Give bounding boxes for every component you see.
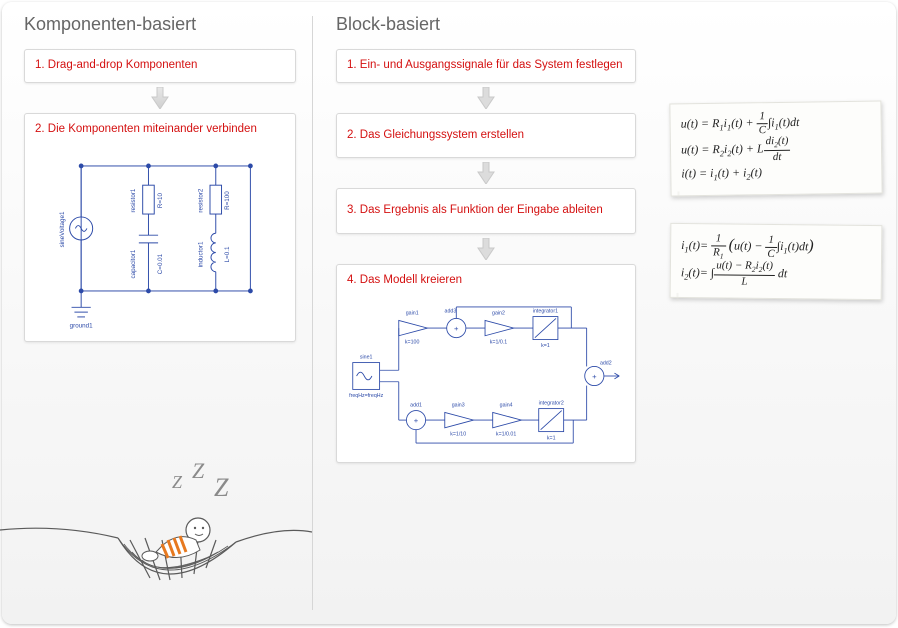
right-step-4-label: 4. Das Modell kreieren: [347, 274, 462, 286]
svg-text:+: +: [454, 324, 459, 333]
svg-text:Z: Z: [192, 460, 205, 483]
svg-text:gain3: gain3: [452, 403, 465, 409]
svg-text:freqHz=freqHz: freqHz=freqHz: [349, 393, 383, 399]
svg-text:k=1/0.1: k=1/0.1: [490, 339, 507, 345]
svg-text:inductor1: inductor1: [197, 241, 204, 267]
left-step-2: 2. Die Komponenten miteinander verbinden: [24, 113, 296, 343]
svg-text:L=0.1: L=0.1: [224, 246, 231, 262]
svg-text:sine1: sine1: [360, 355, 373, 361]
svg-text:gain4: gain4: [500, 403, 513, 409]
svg-text:C=0.01: C=0.01: [157, 253, 164, 274]
svg-text:gain1: gain1: [406, 311, 419, 317]
left-step-1: 1. Drag-and-drop Komponenten: [24, 49, 296, 83]
svg-text:resistor2: resistor2: [197, 188, 204, 212]
svg-text:add2: add2: [600, 361, 612, 367]
right-step-3: 3. Das Ergebnis als Funktion der Eingabe…: [336, 188, 636, 234]
left-step-2-label: 2. Die Komponenten miteinander verbinden: [35, 123, 257, 135]
svg-text:Z: Z: [214, 473, 229, 502]
svg-text:gain2: gain2: [492, 311, 505, 317]
svg-text:k=1/10: k=1/10: [450, 431, 466, 437]
hammock-illustration: Z Z Z: [0, 460, 312, 620]
left-column: Komponenten-basiert 1. Drag-and-drop Kom…: [2, 2, 312, 624]
arrow-down-icon: [24, 87, 296, 109]
right-column: Block-basiert 1. Ein- und Ausgangssignal…: [312, 2, 896, 624]
svg-text:k=1: k=1: [541, 343, 550, 349]
svg-text:add1: add1: [410, 403, 422, 409]
svg-text:+: +: [592, 372, 597, 381]
svg-text:integrator1: integrator1: [533, 309, 558, 315]
arrow-down-icon: [336, 238, 636, 260]
right-step-4: 4. Das Modell kreieren: [336, 264, 636, 464]
left-title: Komponenten-basiert: [24, 14, 296, 35]
svg-text:R=10: R=10: [157, 193, 164, 209]
svg-text:add3: add3: [445, 309, 457, 315]
equation-note-2: i1(t)= 1R1 (u(t) − 1C∫i1(t)dt) i2(t)= ∫u…: [670, 223, 883, 300]
right-title: Block-basiert: [336, 14, 880, 35]
svg-text:k=1/0.01: k=1/0.01: [496, 431, 516, 437]
equation-note-1: u(t) = R1i1(t) + 1C∫i1(t)dt u(t) = R2i2(…: [669, 101, 882, 197]
arrow-down-icon: [336, 162, 636, 184]
circuit-diagram: sineVoltage1 ground1 resistor1 R=10 capa…: [35, 145, 285, 335]
svg-text:R=100: R=100: [224, 191, 231, 210]
svg-text:capacitor1: capacitor1: [130, 249, 137, 278]
svg-text:sineVoltage1: sineVoltage1: [59, 211, 66, 247]
svg-text:k=1: k=1: [547, 435, 556, 441]
right-step-1: 1. Ein- und Ausgangssignale für das Syst…: [336, 49, 636, 83]
right-step-2: 2. Das Gleichungssystem erstellen: [336, 113, 636, 159]
svg-text:resistor1: resistor1: [130, 188, 137, 212]
svg-text:integrator2: integrator2: [539, 401, 564, 407]
arrow-down-icon: [336, 87, 636, 109]
svg-text:Z: Z: [172, 472, 183, 492]
block-diagram: + +: [347, 296, 625, 456]
svg-text:k=100: k=100: [405, 339, 420, 345]
svg-text:ground1: ground1: [70, 323, 93, 330]
svg-text:+: +: [414, 416, 419, 425]
